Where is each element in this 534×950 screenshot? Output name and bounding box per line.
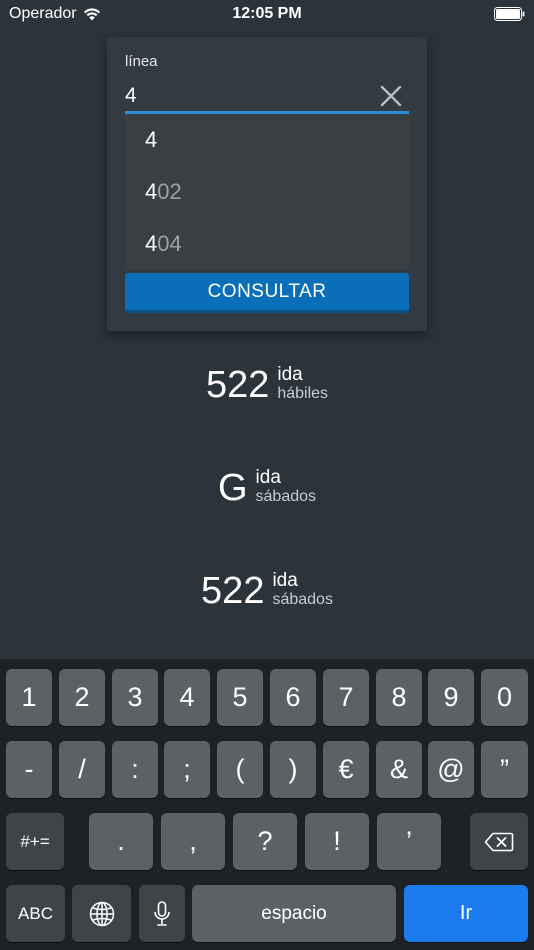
key-semicolon[interactable]: ; (164, 741, 210, 798)
key-5[interactable]: 5 (217, 669, 263, 726)
route-number: 522 (201, 570, 265, 612)
route-meta: ida sábados (272, 571, 333, 609)
key-6[interactable]: 6 (270, 669, 316, 726)
key-hyphen[interactable]: - (6, 741, 52, 798)
key-comma[interactable]: , (161, 813, 225, 870)
key-4[interactable]: 4 (164, 669, 210, 726)
go-key[interactable]: Ir (404, 885, 528, 942)
key-open-paren[interactable]: ( (217, 741, 263, 798)
backspace-icon (484, 832, 514, 851)
key-7[interactable]: 7 (323, 669, 369, 726)
key-question[interactable]: ? (233, 813, 297, 870)
key-exclamation[interactable]: ! (305, 813, 369, 870)
suggestion-match: 4 (145, 231, 158, 256)
key-euro[interactable]: € (323, 741, 369, 798)
route-direction: ida (272, 570, 298, 591)
key-8[interactable]: 8 (376, 669, 422, 726)
key-apostrophe[interactable]: ’ (377, 813, 441, 870)
status-time: 12:05 PM (232, 5, 302, 22)
consultar-button[interactable]: CONSULTAR (125, 273, 409, 313)
suggestion-item[interactable]: 4 (125, 114, 409, 166)
globe-key[interactable] (72, 885, 131, 942)
key-2[interactable]: 2 (59, 669, 105, 726)
line-input[interactable] (125, 81, 375, 111)
route-number: 522 (205, 364, 270, 406)
status-bar: Operador 12:05 PM (0, 0, 534, 28)
key-colon[interactable]: : (112, 741, 158, 798)
close-icon (380, 85, 402, 107)
microphone-icon (154, 900, 170, 926)
globe-icon (89, 901, 114, 926)
route-item[interactable]: 522 ida hábiles (0, 364, 534, 406)
suggestion-item[interactable]: 4 04 (125, 218, 409, 270)
key-quote[interactable]: ” (481, 741, 528, 798)
route-content: G ida sábados (217, 467, 317, 509)
key-close-paren[interactable]: ) (270, 741, 316, 798)
line-field-label: línea (125, 53, 158, 70)
route-day: hábiles (277, 385, 329, 402)
route-number: G (217, 467, 248, 509)
clear-button[interactable] (377, 82, 405, 110)
route-meta: ida sábados (256, 468, 317, 506)
key-slash[interactable]: / (59, 741, 105, 798)
dictation-key[interactable] (139, 885, 185, 942)
suggestion-rest: 02 (157, 179, 182, 204)
route-day: sábados (272, 591, 333, 608)
key-9[interactable]: 9 (428, 669, 474, 726)
route-direction: ida (255, 467, 281, 488)
key-ampersand[interactable]: & (376, 741, 422, 798)
route-day: sábados (255, 488, 317, 505)
key-at[interactable]: @ (428, 741, 474, 798)
suggestion-item[interactable]: 4 02 (125, 166, 409, 218)
route-item[interactable]: 522 ida sábados (0, 570, 534, 612)
keyboard: 1 2 3 4 5 6 7 8 9 0 - / : ; ( ) € & @ ” … (0, 659, 534, 950)
suggestion-list: 4 4 02 4 04 (125, 114, 409, 270)
key-period[interactable]: . (89, 813, 153, 870)
symbols-toggle-key[interactable]: #+= (6, 813, 64, 870)
key-0[interactable]: 0 (481, 669, 528, 726)
backspace-key[interactable] (470, 813, 528, 870)
route-content: 522 ida sábados (201, 570, 333, 612)
route-meta: ida hábiles (277, 365, 328, 403)
route-content: 522 ida hábiles (205, 364, 328, 406)
route-direction: ida (277, 364, 303, 385)
battery-icon (494, 7, 525, 21)
route-item[interactable]: G ida sábados (0, 467, 534, 509)
suggestion-match: 4 (145, 179, 158, 204)
key-3[interactable]: 3 (112, 669, 158, 726)
suggestion-match: 4 (145, 127, 158, 152)
suggestion-rest: 04 (157, 231, 182, 256)
space-key[interactable]: espacio (192, 885, 396, 942)
key-1[interactable]: 1 (6, 669, 52, 726)
abc-key[interactable]: ABC (6, 885, 65, 942)
line-search-card: línea 4 402 404 CONSULTAR (107, 37, 427, 331)
